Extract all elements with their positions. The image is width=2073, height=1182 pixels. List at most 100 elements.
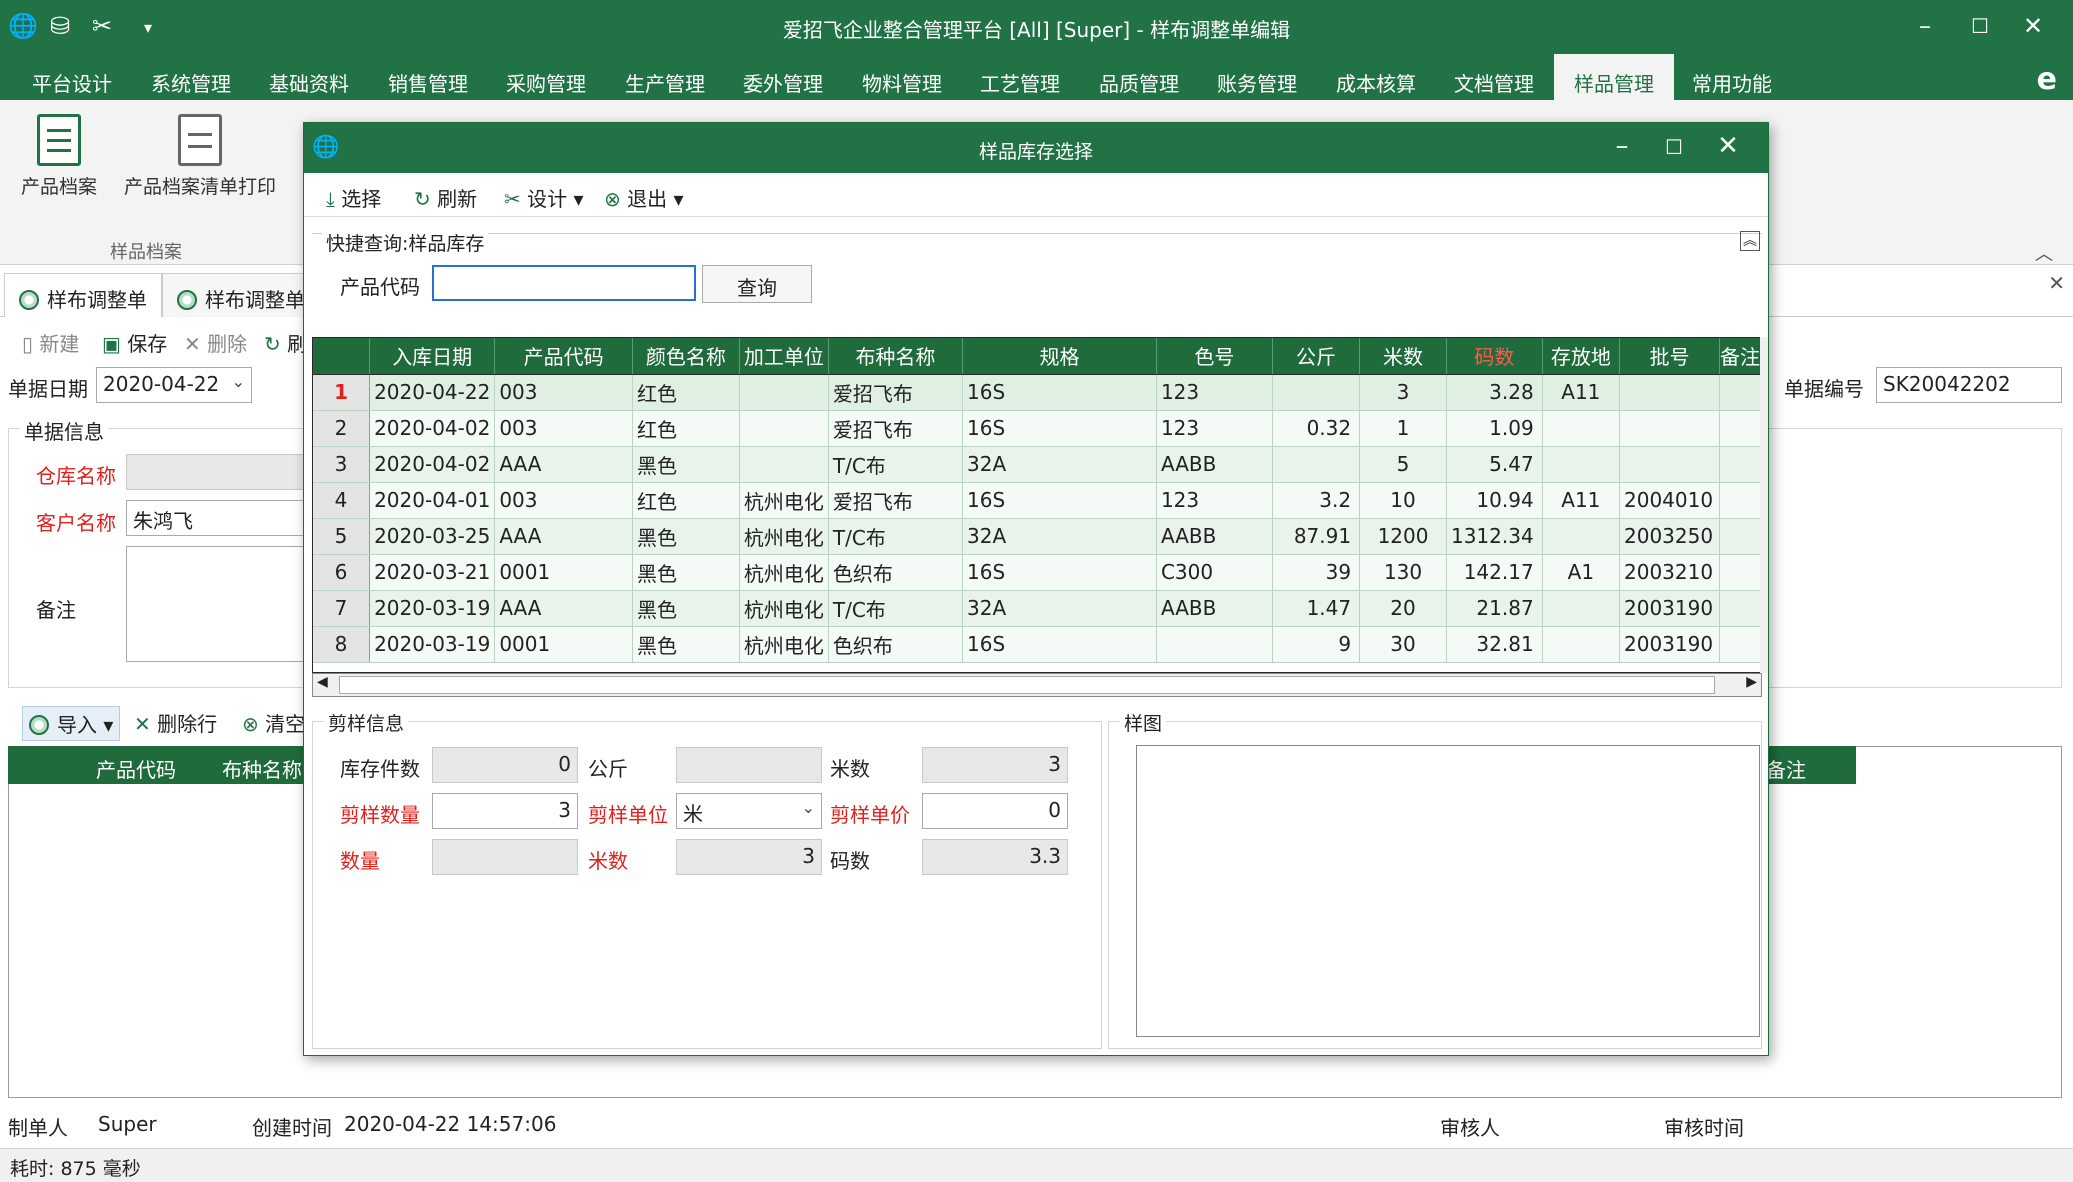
scroll-right-icon[interactable]: ▶ xyxy=(1746,674,1757,690)
cell-code: 0001 xyxy=(494,554,633,591)
cell-yd: 1312.34 xyxy=(1446,518,1543,555)
row-number[interactable]: 7 xyxy=(313,590,371,627)
table-row[interactable]: 1 2020-04-22 003 红色 爱招飞布 16S 123 3 3.28 A11 xyxy=(313,374,1761,411)
tab-process[interactable]: 工艺管理 xyxy=(980,68,1060,97)
col-fabric[interactable]: 布种名称 xyxy=(828,338,964,375)
sample-image-box[interactable] xyxy=(1136,745,1760,1037)
col-spec[interactable]: 规格 xyxy=(962,338,1157,375)
cell-spec: 32A xyxy=(962,446,1157,483)
table-row[interactable]: 4 2020-04-01 003 红色 杭州电化 爱招飞布 16S 123 3.2 10 10.94… xyxy=(313,482,1761,519)
tab-common[interactable]: 常用功能 xyxy=(1692,68,1772,97)
save-button[interactable]: ▣ 保存 xyxy=(102,328,167,357)
tab-cost[interactable]: 成本核算 xyxy=(1336,68,1416,97)
code-input[interactable] xyxy=(432,265,696,301)
design-button[interactable]: ✂ 设计 ▾ xyxy=(504,183,584,212)
col-location[interactable]: 存放地 xyxy=(1542,338,1621,375)
cut-unit-select[interactable]: 米 ⌄ xyxy=(676,793,822,829)
table-row[interactable]: 2 2020-04-02 003 红色 爱招飞布 16S 123 0.32 1 1.09 xyxy=(313,410,1761,447)
cell-date: 2020-04-01 xyxy=(369,482,496,519)
row-number[interactable]: 1 xyxy=(313,374,371,411)
doc-no-field[interactable]: SK20042202 xyxy=(1876,367,2062,403)
doc-tab-2[interactable]: 样布调整单 xyxy=(162,273,320,317)
tab-platform-design[interactable]: 平台设计 xyxy=(32,68,112,97)
warehouse-field[interactable] xyxy=(126,454,306,490)
tab-production[interactable]: 生产管理 xyxy=(625,68,705,97)
table-row[interactable]: 5 2020-03-25 AAA 黑色 杭州电化 T/C布 32A AABB 87.91 1200… xyxy=(313,518,1761,555)
tab-quality[interactable]: 品质管理 xyxy=(1099,68,1179,97)
meters2-field[interactable]: 3 xyxy=(676,839,822,875)
tab-system[interactable]: 系统管理 xyxy=(151,68,231,97)
cut-price-field[interactable]: 0 xyxy=(922,793,1068,829)
close-icon[interactable]: ✕ xyxy=(1708,131,1748,161)
collapse-icon[interactable]: ︽ xyxy=(1740,231,1760,251)
delete-row-button[interactable]: ✕ 删除行 xyxy=(134,708,217,737)
detail-col-fabric: 布种名称 xyxy=(222,758,302,782)
table-row[interactable]: 6 2020-03-21 0001 黑色 杭州电化 色织布 16S C300 39 130 142.… xyxy=(313,554,1761,591)
refresh-button[interactable]: ↻ 刷新 xyxy=(414,183,477,212)
customer-field[interactable]: 朱鸿飞 xyxy=(126,500,306,536)
tab-accounting[interactable]: 账务管理 xyxy=(1217,68,1297,97)
minimize-icon[interactable]: – xyxy=(1905,12,1945,40)
row-number[interactable]: 4 xyxy=(313,482,371,519)
vertical-scrollbar[interactable] xyxy=(1760,337,1768,673)
maker-value: Super xyxy=(98,1112,157,1136)
tab-samples[interactable]: 样品管理 xyxy=(1554,54,1674,100)
minimize-icon[interactable]: – xyxy=(1602,131,1642,161)
tab-outsourcing[interactable]: 委外管理 xyxy=(743,68,823,97)
select-button[interactable]: ⤓ 选择 xyxy=(326,183,381,212)
col-note[interactable]: 备注 xyxy=(1719,338,1761,375)
doc-tab-1[interactable]: 样布调整单 xyxy=(4,273,162,317)
product-file-print-button[interactable]: 产品档案清单打印 xyxy=(118,114,282,199)
new-button[interactable]: ▯ 新建 xyxy=(22,328,79,357)
col-color[interactable]: 颜色名称 xyxy=(632,338,740,375)
row-number[interactable]: 5 xyxy=(313,518,371,555)
delete-button[interactable]: ✕ 删除 xyxy=(184,328,247,357)
col-kg[interactable]: 公斤 xyxy=(1272,338,1361,375)
row-number[interactable]: 3 xyxy=(313,446,371,483)
exit-button[interactable]: ⊗ 退出 ▾ xyxy=(604,183,684,212)
col-date[interactable]: 入库日期 xyxy=(369,338,496,375)
table-row[interactable]: 7 2020-03-19 AAA 黑色 杭州电化 T/C布 32A AABB 1.47 20 21.… xyxy=(313,590,1761,627)
col-meters[interactable]: 米数 xyxy=(1359,338,1447,375)
scrollbar-thumb[interactable] xyxy=(339,676,1715,694)
qty-field[interactable] xyxy=(432,839,578,875)
col-batch[interactable]: 批号 xyxy=(1619,338,1720,375)
date-picker[interactable]: 2020-04-22 ⌄ xyxy=(96,367,252,403)
yards-field[interactable]: 3.3 xyxy=(922,839,1068,875)
product-file-button[interactable]: 产品档案 xyxy=(16,114,102,199)
browser-icon[interactable]: e xyxy=(2037,62,2057,97)
row-number[interactable]: 6 xyxy=(313,554,371,591)
row-number[interactable]: 8 xyxy=(313,626,371,663)
tab-sales[interactable]: 销售管理 xyxy=(388,68,468,97)
tab-purchase[interactable]: 采购管理 xyxy=(506,68,586,97)
scroll-left-icon[interactable]: ◀ xyxy=(317,674,328,690)
col-code[interactable]: 产品代码 xyxy=(494,338,633,375)
clear-button[interactable]: ⊗ 清空 xyxy=(242,708,305,737)
refresh-button[interactable]: ↻ 刷 xyxy=(264,328,307,357)
table-row[interactable]: 8 2020-03-19 0001 黑色 杭州电化 色织布 16S 9 30 32.81 20031… xyxy=(313,626,1761,663)
close-icon[interactable]: ✕ xyxy=(2013,12,2053,40)
kg-field[interactable] xyxy=(676,747,822,783)
query-button[interactable]: 查询 xyxy=(702,265,812,303)
col-yards[interactable]: 码数 xyxy=(1446,338,1543,375)
meters-field[interactable]: 3 xyxy=(922,747,1068,783)
tab-documents[interactable]: 文档管理 xyxy=(1454,68,1534,97)
stock-qty-field[interactable]: 0 xyxy=(432,747,578,783)
row-number[interactable]: 2 xyxy=(313,410,371,447)
tab-materials[interactable]: 物料管理 xyxy=(862,68,942,97)
cell-cno: 123 xyxy=(1156,410,1273,447)
col-unit[interactable]: 加工单位 xyxy=(739,338,829,375)
horizontal-scrollbar[interactable]: ◀ ▶ xyxy=(312,673,1762,697)
remark-textarea[interactable] xyxy=(126,546,306,662)
maximize-icon[interactable]: ☐ xyxy=(1960,14,2000,38)
table-row[interactable]: 3 2020-04-02 AAA 黑色 T/C布 32A AABB 5 5.47 xyxy=(313,446,1761,483)
maximize-icon[interactable]: ☐ xyxy=(1654,135,1694,159)
close-tab-icon[interactable]: ✕ xyxy=(2048,271,2065,295)
import-button[interactable]: 导入 ▾ xyxy=(22,706,121,741)
chevron-up-icon[interactable]: ︿ xyxy=(2035,240,2053,266)
cell-yd: 5.47 xyxy=(1446,446,1543,483)
col-color-no[interactable]: 色号 xyxy=(1156,338,1273,375)
cut-qty-field[interactable]: 3 xyxy=(432,793,578,829)
stock-grid[interactable]: 入库日期 产品代码 颜色名称 加工单位 布种名称 规格 色号 公斤 米数 码数 … xyxy=(312,337,1762,673)
tab-basic-data[interactable]: 基础资料 xyxy=(269,68,349,97)
